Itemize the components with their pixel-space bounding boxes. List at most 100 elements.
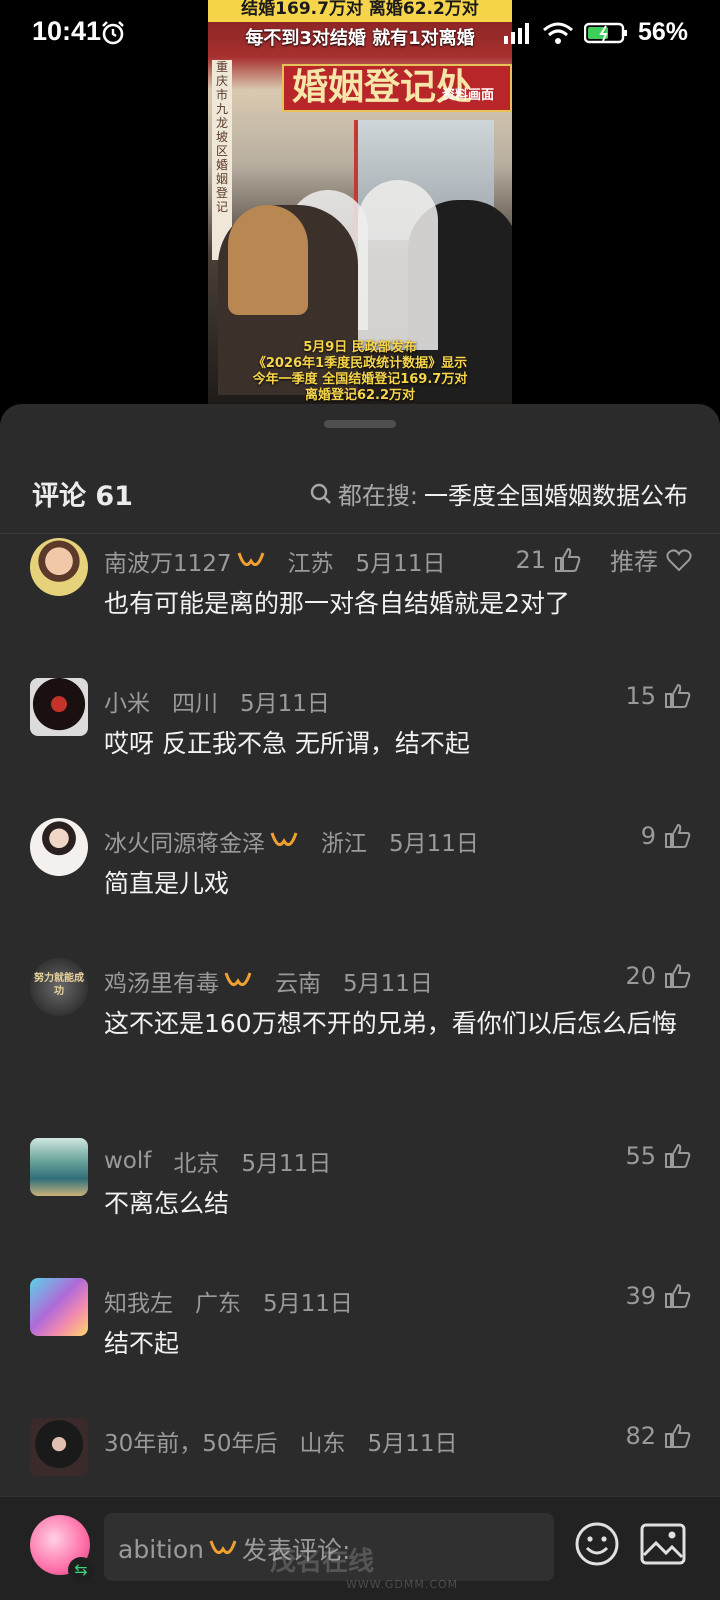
- comment-item: 冰火同源蒋金泽 浙江 5月11日 9 简直是儿戏: [0, 818, 720, 958]
- watermark-url: WWW.GDMM.COM: [346, 1578, 459, 1591]
- avatar[interactable]: [30, 1278, 88, 1336]
- avatar[interactable]: 努力就能成功: [30, 958, 88, 1016]
- signal-icon: [503, 22, 529, 44]
- comment-date: 5月11日: [367, 1431, 458, 1457]
- thumbs-up-icon[interactable]: [664, 823, 692, 849]
- badge-icon: [224, 972, 252, 987]
- comment-item: 小米 四川 5月11日 15 哎呀 反正我不急 无所谓，结不起: [0, 678, 720, 818]
- comment-meta: wolf 北京 5月11日: [104, 1144, 331, 1178]
- comment-location: 四川: [172, 691, 218, 717]
- thumbs-up-icon[interactable]: [664, 963, 692, 989]
- comment-text: 这不还是160万想不开的兄弟，看你们以后怎么后悔: [104, 1009, 677, 1038]
- comment-text: 结不起: [104, 1329, 180, 1358]
- badge-icon: [209, 1540, 237, 1555]
- video-caption: 5月9日 民政部发布 《2026年1季度民政统计数据》显示 今年一季度 全国结婚…: [208, 340, 512, 404]
- comments-header: 评论 61 都在搜: 一季度全国婚姻数据公布: [0, 464, 720, 534]
- comment-username[interactable]: wolf: [104, 1148, 151, 1174]
- trending-search[interactable]: 都在搜: 一季度全国婚姻数据公布: [310, 476, 688, 511]
- comment-username[interactable]: 小米: [104, 684, 150, 718]
- like-count: 82: [625, 1422, 656, 1450]
- comment-meta: 30年前，50年后 山东 5月11日: [104, 1424, 457, 1458]
- thumbs-up-icon[interactable]: [554, 547, 582, 573]
- comment-item: wolf 北京 5月11日 55 不离怎么结: [0, 1138, 720, 1278]
- comment-location: 北京: [173, 1151, 220, 1177]
- badge-icon: [270, 832, 298, 847]
- badge-icon: [237, 552, 264, 567]
- comment-date: 5月11日: [343, 971, 433, 997]
- comment-input-bar: ⇆ abition 发表评论: 茂名在线 WWW.GDMM.COM: [0, 1496, 720, 1600]
- watermark: 茂名在线 WWW.GDMM.COM: [270, 1541, 458, 1591]
- caption-line: 今年一季度 全国结婚登记169.7万对: [252, 372, 468, 387]
- comment-username[interactable]: 知我左: [104, 1284, 173, 1318]
- heart-icon[interactable]: [666, 548, 692, 572]
- caption-line: 离婚登记62.2万对: [304, 388, 416, 403]
- like-group[interactable]: 55: [625, 1142, 692, 1170]
- drag-handle[interactable]: [324, 420, 396, 428]
- avatar[interactable]: [30, 538, 88, 596]
- comment-date: 5月11日: [355, 551, 446, 577]
- comment-text: 哎呀 反正我不急 无所谓，结不起: [104, 729, 470, 758]
- comment-meta: 鸡汤里有毒 云南 5月11日: [104, 964, 433, 998]
- like-group[interactable]: 39: [625, 1282, 692, 1310]
- avatar-text: 努力就能成功: [34, 973, 84, 997]
- switch-account-icon[interactable]: ⇆: [68, 1557, 94, 1583]
- comment-date: 5月11日: [241, 1151, 332, 1177]
- comment-meta: 南波万1127 江苏 5月11日: [104, 544, 445, 578]
- wifi-icon: [542, 22, 573, 44]
- watermark-name: 茂名在线: [270, 1547, 375, 1577]
- video-source-label: 资料画面: [441, 88, 494, 103]
- avatar[interactable]: [30, 1138, 88, 1196]
- comment-text: 简直是儿戏: [104, 869, 230, 898]
- comment-meta: 冰火同源蒋金泽 浙江 5月11日: [104, 824, 479, 858]
- like-count: 39: [625, 1282, 656, 1310]
- search-icon: [310, 483, 331, 504]
- caption-line: 5月9日 民政部发布: [303, 340, 417, 355]
- like-count: 55: [625, 1142, 656, 1170]
- like-group[interactable]: 15: [625, 682, 692, 710]
- image-icon[interactable]: [640, 1523, 686, 1565]
- comment-username[interactable]: 鸡汤里有毒: [104, 964, 219, 998]
- comment-date: 5月11日: [240, 691, 330, 717]
- thumbs-up-icon[interactable]: [664, 1283, 692, 1309]
- like-count: 21: [515, 545, 546, 574]
- avatar[interactable]: [30, 1418, 88, 1476]
- status-bar: 10:41 56%: [0, 0, 720, 66]
- comment-username[interactable]: 30年前，50年后: [104, 1424, 278, 1458]
- thumbs-up-icon[interactable]: [664, 1143, 692, 1169]
- like-count: 20: [625, 962, 656, 990]
- search-query[interactable]: 一季度全国婚姻数据公布: [424, 476, 688, 511]
- comment-location: 江苏: [287, 551, 334, 577]
- comment-username[interactable]: 冰火同源蒋金泽: [104, 824, 265, 858]
- like-group[interactable]: 21 推荐: [515, 542, 692, 577]
- like-count: 9: [640, 822, 656, 850]
- search-label: 都在搜:: [337, 482, 418, 510]
- comment-username[interactable]: 南波万1127: [104, 544, 232, 578]
- thumbs-up-icon[interactable]: [664, 1423, 692, 1449]
- emoji-icon[interactable]: [574, 1521, 620, 1567]
- comment-item: 努力就能成功 鸡汤里有毒 云南 5月11日 20 这不还是160万想不开的兄弟，…: [0, 958, 720, 1138]
- comments-sheet: 评论 61 都在搜: 一季度全国婚姻数据公布 南波万1127 江苏 5月11日 …: [0, 404, 720, 1600]
- battery-icon: [583, 22, 627, 43]
- comment-location: 云南: [275, 971, 321, 997]
- status-time: 10:41: [32, 16, 102, 46]
- like-group[interactable]: 20: [625, 962, 692, 990]
- comment-location: 广东: [195, 1291, 241, 1317]
- comment-location: 浙江: [321, 831, 367, 857]
- like-count: 15: [625, 682, 656, 710]
- video-person: [228, 205, 308, 315]
- alarm-icon: [102, 21, 124, 45]
- comment-text: 不离怎么结: [104, 1189, 230, 1218]
- like-group[interactable]: 9: [641, 822, 692, 850]
- comment-date: 5月11日: [263, 1291, 353, 1317]
- comment-text: 也有可能是离的那一对各自结婚就是2对了: [104, 589, 570, 618]
- like-group[interactable]: 82: [625, 1422, 692, 1450]
- comment-meta: 小米 四川 5月11日: [104, 684, 330, 718]
- comment-item: 知我左 广东 5月11日 39 结不起: [0, 1278, 720, 1418]
- comment-date: 5月11日: [389, 831, 479, 857]
- thumbs-up-icon[interactable]: [664, 683, 692, 709]
- avatar[interactable]: [30, 678, 88, 736]
- avatar[interactable]: [30, 818, 88, 876]
- comments-title: 评论 61: [32, 481, 133, 512]
- input-username: abition: [118, 1534, 205, 1564]
- recommend-label[interactable]: 推荐: [610, 542, 658, 577]
